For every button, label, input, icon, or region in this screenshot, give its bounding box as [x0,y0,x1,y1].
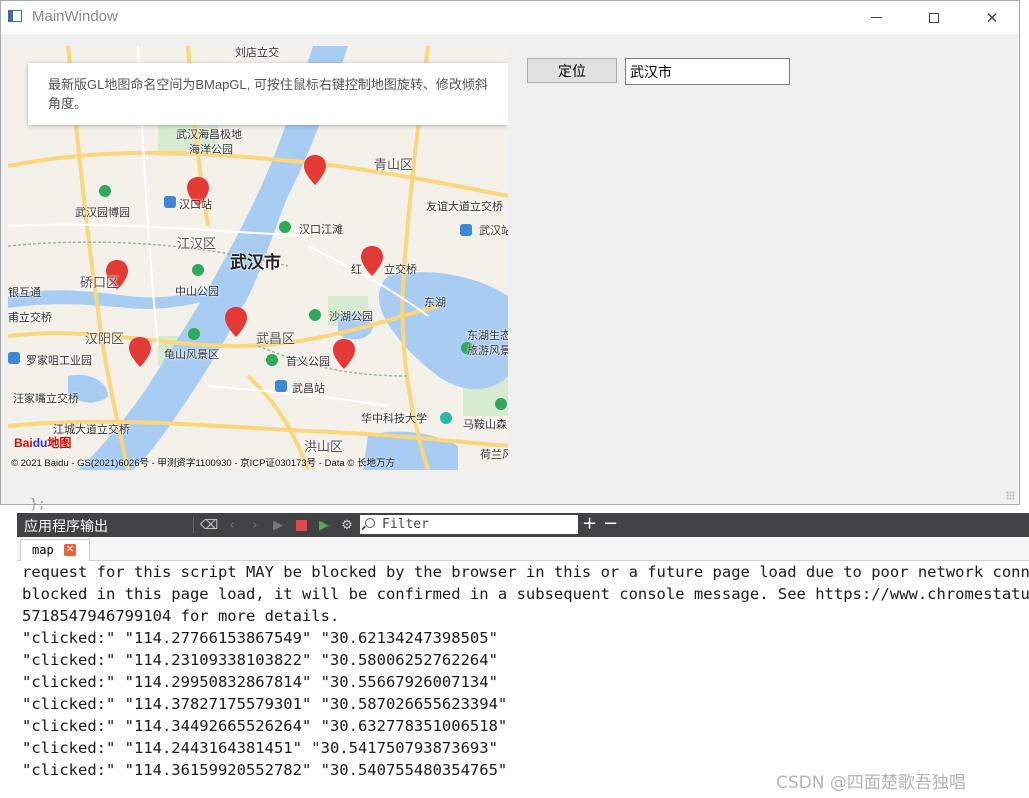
console-line: "clicked:" "114.23109338103822" "30.5800… [22,651,498,669]
output-toolbar: 应用程序输出 ⌫ ‹ › ▶ ▶ ⚙ Filter + − [17,513,1029,537]
editor-remnant: }; [30,497,46,512]
console-line: "clicked:" "114.29950832867814" "30.5566… [22,673,498,691]
logo-paw: du [32,436,48,450]
poi-icon [188,328,200,340]
map-label: 首义公园 [286,355,330,368]
gear-icon[interactable]: ⚙ [339,516,355,534]
previous-icon[interactable]: ‹ [224,516,240,534]
maximize-button[interactable] [905,1,963,34]
poi-icon [192,264,204,276]
zoom-out-button[interactable]: − [603,513,618,534]
baidu-logo: Baidu地图 [14,434,71,451]
console-line: "clicked:" "114.37827175579301" "30.5870… [22,695,508,713]
map-label: 武汉海昌极地 [176,128,242,141]
filter-placeholder: Filter [382,517,429,532]
poi-icon [99,185,111,197]
university-icon [440,412,452,424]
metro-icon [164,196,176,208]
filter-input[interactable]: Filter [360,515,578,534]
left-gutter [0,505,17,798]
map-label: 罗家咀工业园 [26,354,92,367]
district-label: 江汉区 [177,237,217,252]
city-label: 武汉市 [230,253,281,273]
watermark: CSDN @四面楚歌吾独唱 [776,773,966,793]
metro-icon [460,224,472,236]
close-button[interactable]: ✕ [963,1,1021,34]
district-label: 洪山区 [304,440,344,455]
debug-run-icon[interactable]: ▶ [316,516,332,534]
poi-icon [495,398,507,410]
app-window-icon [8,10,22,22]
main-window: MainWindow ✕ 刘店立交 武汉海昌极地 海洋公园 青山区 友谊大道立交… [0,0,1020,505]
map-label: 东湖生态 [467,329,508,342]
logo-map-text: 地图 [47,436,72,450]
map-label: 甫立交桥 [8,311,52,324]
map-copyright: © 2021 Baidu - GS(2021)6026号 - 甲测资字11009… [11,458,395,469]
map-label: 武汉园博园 [75,206,130,219]
window-title: MainWindow [32,8,118,25]
map-label: 汉口站 [179,198,212,211]
district-label: 青山区 [374,158,414,173]
poi-icon [266,354,278,366]
minimize-button[interactable] [847,1,905,34]
minimize-icon [870,17,882,18]
next-icon[interactable]: › [247,516,263,534]
district-label: 汉阳区 [85,332,125,347]
map-label: 汉口江滩 [299,223,343,236]
toolbar-separator [193,517,194,533]
map-label: 武昌站 [292,382,325,395]
console-line: "clicked:" "114.2443164381451" "30.54175… [22,739,498,757]
resize-grip[interactable] [1006,491,1015,500]
tab-map[interactable]: map ✕ [20,539,90,561]
poi-icon [279,221,291,233]
map-label: 荷兰风情 [480,448,508,461]
maximize-icon [929,12,939,23]
city-input[interactable] [625,58,790,85]
baidu-map-view[interactable]: 刘店立交 武汉海昌极地 海洋公园 青山区 友谊大道立交桥 武汉园博园 汉口站 江… [8,46,508,470]
poi-icon [309,309,321,321]
map-label: 友谊大道立交桥 [426,200,503,213]
run-icon[interactable]: ▶ [270,516,286,534]
console-line: request for this script MAY be blocked b… [22,563,1029,581]
metro-icon [8,352,20,364]
console-line: "clicked:" "114.34492665526264" "30.6327… [22,717,508,735]
console-output[interactable]: request for this script MAY be blocked b… [22,561,1029,798]
district-label: 武昌区 [256,332,296,347]
district-label: 硚口区 [80,276,120,291]
tab-label: map [32,543,54,557]
map-label: 龟山风景区 [164,348,219,361]
stop-icon[interactable] [293,516,309,534]
output-pane-title: 应用程序输出 [24,519,108,535]
locate-button[interactable]: 定位 [527,58,617,83]
search-icon [365,518,375,528]
title-bar[interactable]: MainWindow ✕ [1,1,1019,34]
output-tab-bar: map ✕ [17,537,1029,561]
map-label: 中山公园 [175,285,219,298]
map-label: 沙湖公园 [329,310,373,323]
logo-text: Bai [14,436,33,450]
map-label: 立交桥 [384,263,417,276]
metro-icon [275,380,287,392]
map-label: 海洋公园 [189,143,233,156]
clear-output-icon[interactable]: ⌫ [200,516,218,534]
map-label: 刘店立交 [235,46,279,59]
console-line: "clicked:" "114.27766153867549" "30.6213… [22,629,498,647]
map-label: 银互通 [8,286,41,299]
console-line: blocked in this page load, it will be co… [22,585,1029,603]
map-label: 红 [351,263,362,276]
map-label: 武汉站 [479,224,508,237]
map-notice: 最新版GL地图命名空间为BMapGL, 可按住鼠标右键控制地图旋转、修改倾斜角度… [28,63,508,125]
zoom-in-button[interactable]: + [582,513,597,534]
map-label: 华中科技大学 [361,412,427,425]
map-label: 汪家嘴立交桥 [13,392,79,405]
map-label: 东湖 [424,296,446,309]
close-icon: ✕ [985,8,999,27]
close-icon[interactable]: ✕ [64,544,76,556]
map-label: 马鞍山森 [463,418,507,431]
map-label: 旅游风景 [467,344,508,357]
console-line: 5718547946799104 for more details. [22,607,340,625]
